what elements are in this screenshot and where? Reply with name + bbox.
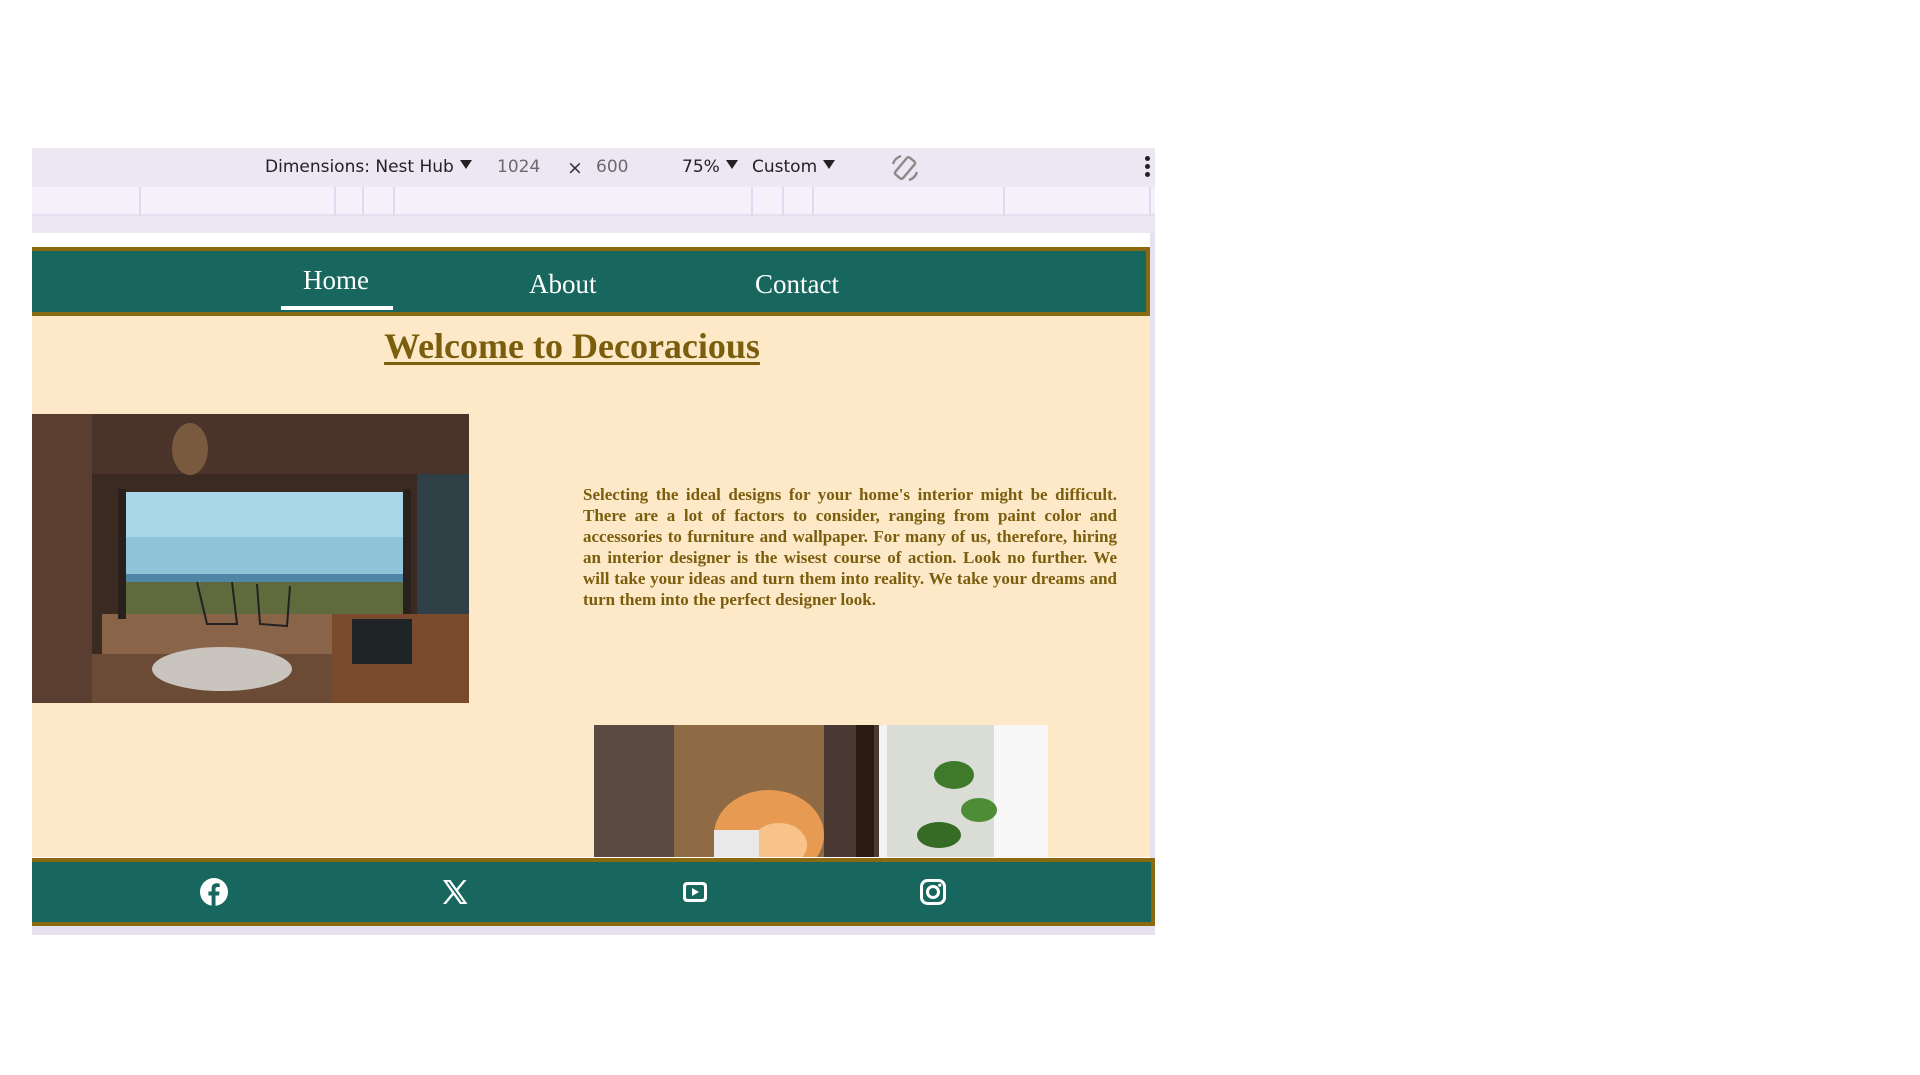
nav-link-contact[interactable]: Contact (755, 269, 839, 300)
more-options-icon[interactable] (1144, 156, 1152, 180)
nav-link-home[interactable]: Home (303, 265, 369, 296)
youtube-icon[interactable] (680, 877, 710, 907)
viewport-frame (32, 925, 1155, 935)
zoom-label: 75% (682, 157, 720, 177)
nav-link-about[interactable]: About (529, 269, 597, 300)
caret-down-icon (725, 160, 738, 169)
zoom-dropdown[interactable]: 75% (682, 156, 738, 178)
device-toolbar: Dimensions: Nest Hub 1024 × 600 75% Cust… (32, 148, 1155, 233)
caret-down-icon (459, 160, 472, 169)
throttle-label: Custom (752, 157, 818, 177)
active-nav-indicator (281, 306, 393, 310)
device-toolbar-row: Dimensions: Nest Hub 1024 × 600 75% Cust… (32, 148, 1155, 187)
throttle-dropdown[interactable]: Custom (752, 156, 836, 178)
instagram-icon[interactable] (918, 877, 948, 907)
viewport-frame (1150, 233, 1155, 935)
facebook-icon[interactable] (199, 877, 229, 907)
height-input[interactable]: 600 (596, 156, 628, 178)
site-footer (32, 858, 1155, 926)
caret-down-icon (823, 160, 836, 169)
lamp-decor-image (594, 725, 1048, 857)
media-query-bar[interactable] (32, 187, 1155, 216)
site-navbar: Home About Contact (32, 247, 1150, 316)
times-separator: × (567, 157, 583, 179)
living-room-image (32, 414, 469, 703)
intro-paragraph: Selecting the ideal designs for your hom… (583, 485, 1117, 609)
emulated-viewport: Home About Contact Welcome to Decoraciou… (32, 247, 1150, 857)
x-twitter-icon[interactable] (440, 877, 470, 907)
dimensions-dropdown[interactable]: Dimensions: Nest Hub (265, 156, 472, 178)
dimensions-label: Dimensions: Nest Hub (265, 157, 454, 177)
width-input[interactable]: 1024 (497, 156, 540, 178)
rotate-icon[interactable] (889, 152, 921, 184)
page-title: Welcome to Decoracious (384, 326, 760, 366)
